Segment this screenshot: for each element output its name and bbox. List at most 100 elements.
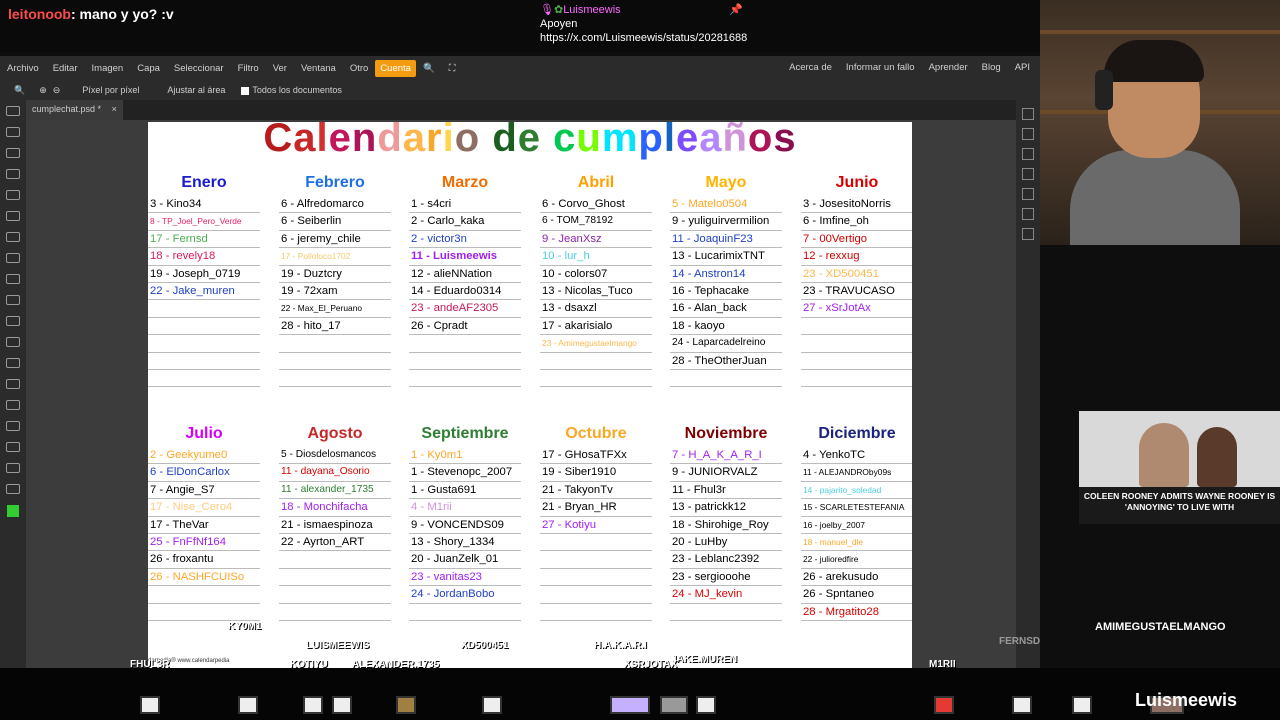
birthday-entry: 9 - yuliguirvermilion [670,213,782,231]
title-letter: e [517,122,541,160]
birthday-entry: 11 - Luismeewis [409,248,521,266]
search-icon[interactable]: 🔍 [416,63,442,74]
menu-blog[interactable]: Blog [982,62,1001,73]
character-icon[interactable] [1022,168,1034,180]
zoom-tool-icon[interactable]: 🔍 [14,85,25,96]
pixel-button[interactable]: Píxel por píxel [82,85,139,95]
right-panel [1016,100,1040,668]
menu-cuenta[interactable]: Cuenta [375,59,416,77]
layers-icon[interactable] [1022,128,1034,140]
title-letter [541,122,553,160]
birthday-entry: 18 - Shirohige_Roy [670,517,782,534]
all-docs-checkbox[interactable]: Todos los documentos [241,85,342,95]
lasso-tool-icon[interactable] [6,148,20,158]
title-letter: e [675,122,700,160]
month-column: Mayo 5 - Matelo0504 9 - yuliguirvermilion 1… [670,174,782,388]
document-tab[interactable]: cumplechat.psd * × [26,100,123,120]
paragraph-icon[interactable] [1022,188,1034,200]
birthday-entry: 22 - Jake_muren [148,283,260,301]
color-swatch-icon[interactable] [7,505,19,517]
avatar-sprite [303,696,323,714]
birthday-entry: 16 - Alan_back [670,300,782,318]
fullscreen-icon[interactable]: ⛶ [442,63,463,74]
overlay-nick: FHUL3R [130,659,170,670]
calendar-title: Calendario de cumpleaños [148,122,912,161]
empty-line [540,569,652,587]
shape-tool-icon[interactable] [6,442,20,452]
pinned-link[interactable]: https://x.com/Luismeewis/status/20281688 [540,31,747,45]
menu-acerca[interactable]: Acerca de [789,62,832,73]
bucket-tool-icon[interactable] [6,316,20,326]
menu-otro[interactable]: Otro [343,63,375,74]
overlay-nick: H.A.K.A.R.I [594,640,647,651]
css-icon[interactable] [1022,208,1034,220]
pen-tool-icon[interactable] [6,400,20,410]
birthday-entry: 19 - Siber1910 [540,464,652,482]
birthday-entry: 23 - Leblanc2392 [670,551,782,569]
birthday-entry: 3 - JosesitoNorris [801,196,912,214]
heal-tool-icon[interactable] [6,232,20,242]
birthday-entry: 19 - 72xam [279,283,391,301]
eraser-tool-icon[interactable] [6,295,20,305]
avatar-sprite [332,696,352,714]
type-tool-icon[interactable] [6,379,20,389]
title-letter: s [773,122,797,160]
birthday-entry: 24 - JordanBobo [409,586,521,604]
image-icon[interactable] [1022,228,1034,240]
menu-archivo[interactable]: Archivo [0,63,46,74]
empty-line [670,370,782,388]
title-letter: c [553,122,577,160]
fit-area-button[interactable]: Ajustar al área [167,85,225,95]
stamp-tool-icon[interactable] [6,274,20,284]
news-person [1139,423,1189,487]
path-tool-icon[interactable] [6,421,20,431]
hand-tool-icon[interactable] [6,463,20,473]
menu-filtro[interactable]: Filtro [231,63,266,74]
birthday-entry: 21 - Bryan_HR [540,499,652,517]
birthday-entry: 20 - JuanZelk_01 [409,551,521,569]
blur-tool-icon[interactable] [6,337,20,347]
crop-tool-icon[interactable] [6,190,20,200]
wand-tool-icon[interactable] [6,169,20,179]
move-tool-icon[interactable] [6,106,20,116]
birthday-entry: 26 - NASHFCUISo [148,569,260,587]
menu-seleccionar[interactable]: Seleccionar [167,63,231,74]
birthday-entry: 19 - Duztcry [279,266,391,283]
info-icon[interactable] [1022,108,1034,120]
zoom-out-icon[interactable]: ⊖ [53,85,61,96]
toolbox [0,100,26,668]
menu-aprender[interactable]: Aprender [929,62,968,73]
month-heading: Abril [577,174,615,191]
marquee-tool-icon[interactable] [6,127,20,137]
brush-tool-icon[interactable] [6,253,20,263]
menu-ventana[interactable]: Ventana [294,63,343,74]
brush-panel-icon[interactable] [1022,148,1034,160]
month-column: Octubre 17 - GHosaTFXx 19 - Siber1910 21 - … [540,425,652,621]
avatar-sprite [934,696,954,714]
menu-editar[interactable]: Editar [46,63,85,74]
zoom-in-icon[interactable]: ⊕ [39,85,47,96]
dodge-tool-icon[interactable] [6,358,20,368]
overlay-nick: XSRJOTAX [624,659,678,670]
birthday-entry: 14 - Anstron14 [670,266,782,283]
birthday-entry: 17 - akarisialo [540,318,652,336]
empty-line [279,569,391,587]
close-icon[interactable]: × [112,104,117,114]
menu-ver[interactable]: Ver [266,63,294,74]
empty-line [540,551,652,569]
birthday-entry: 13 - Shory_1334 [409,534,521,552]
menu-imagen[interactable]: Imagen [85,63,131,74]
birthday-entry: 24 - MJ_kevin [670,586,782,604]
empty-line [148,604,260,621]
news-person [1197,427,1237,487]
birthday-entry: 28 - hito_17 [279,318,391,336]
menu-api[interactable]: API [1015,62,1030,73]
menu-capa[interactable]: Capa [130,63,167,74]
menu-fallo[interactable]: Informar un fallo [846,62,915,73]
eyedropper-tool-icon[interactable] [6,211,20,221]
title-letter: C [263,122,294,160]
empty-line [279,604,391,621]
zoom-tool-icon[interactable] [6,484,20,494]
stream-chat-overlay: leitonoob: mano y yo? :v 🎙✿Luismeewis Ap… [0,0,1040,52]
checkbox-box[interactable] [241,86,250,95]
